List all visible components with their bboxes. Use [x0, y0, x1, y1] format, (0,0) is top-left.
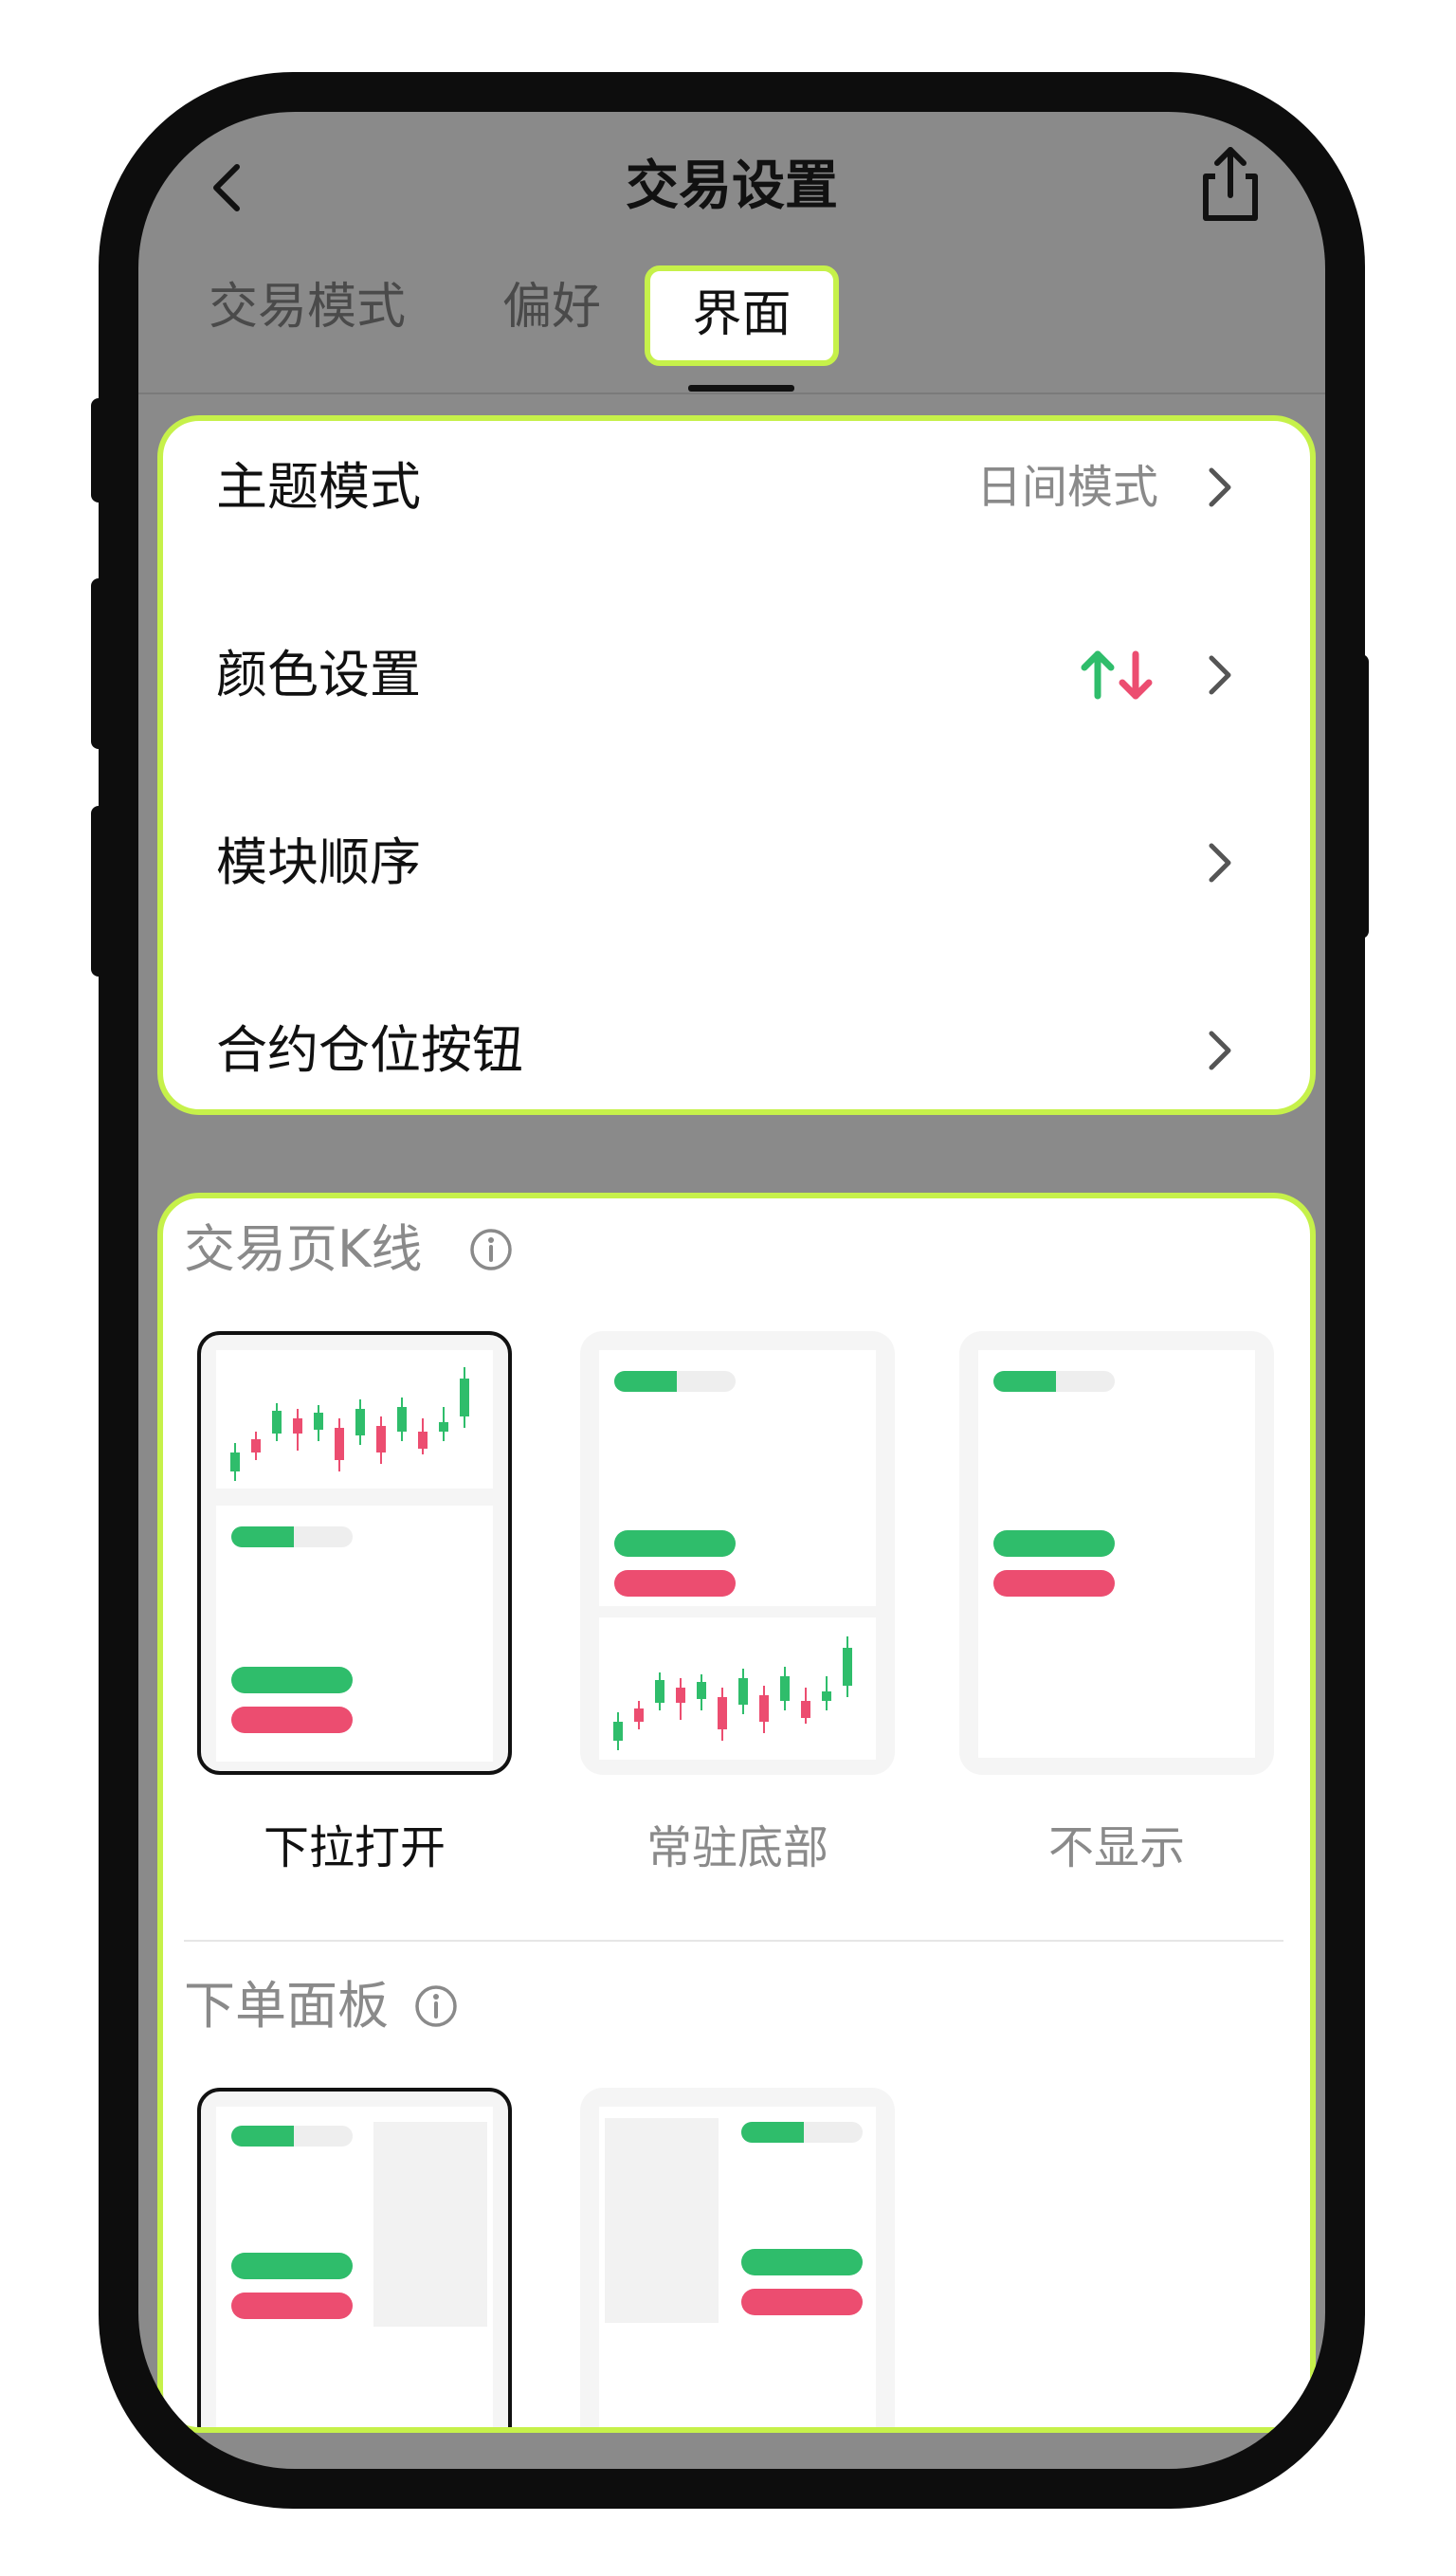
buy-button-preview	[231, 2253, 353, 2279]
setting-label: 主题模式	[216, 457, 421, 517]
sell-button-preview	[231, 2293, 353, 2319]
kline-option-label: 不显示	[1047, 1821, 1185, 1874]
orderbook-preview	[373, 2122, 487, 2327]
setting-color[interactable]: 颜色设置	[163, 609, 1310, 741]
sell-button-preview	[741, 2289, 863, 2315]
kline-option-label: 常驻底部	[646, 1821, 828, 1874]
tab-trade-mode[interactable]: 交易模式	[209, 254, 406, 358]
mini-kline-chart	[599, 1617, 876, 1760]
setting-label: 合约仓位按钮	[216, 1020, 523, 1080]
mini-order-panel	[216, 2107, 493, 2427]
up-down-arrows-icon	[1081, 650, 1153, 700]
back-icon[interactable]	[199, 150, 256, 226]
order-panel-option-right[interactable]	[580, 2088, 895, 2427]
buy-button-preview	[741, 2249, 863, 2275]
nav-bar: 交易设置	[138, 112, 1325, 254]
kline-option-dropdown[interactable]	[197, 1331, 512, 1775]
sell-button-preview	[231, 1707, 353, 1733]
orderbook-preview	[605, 2118, 719, 2323]
chevron-right-icon	[1209, 1031, 1231, 1070]
sell-button-preview	[614, 1570, 736, 1597]
setting-value: 日间模式	[975, 461, 1158, 514]
order-panel-option-left[interactable]	[197, 2088, 512, 2427]
info-icon[interactable]	[468, 1227, 514, 1272]
settings-list: 主题模式 日间模式 颜色设置 模块顺序 合约仓位按钮	[157, 415, 1316, 1115]
layout-options-card: 交易页K线 下拉打开 常驻底部 不显示 下单面板	[157, 1193, 1316, 2433]
chevron-right-icon	[1209, 467, 1231, 507]
mini-kline-chart	[216, 1350, 493, 1489]
share-icon[interactable]	[1192, 140, 1268, 226]
sell-button-preview	[993, 1570, 1115, 1597]
progress-pill-fill	[231, 1526, 294, 1547]
kline-option-hidden[interactable]	[959, 1331, 1274, 1775]
setting-module-order[interactable]: 模块顺序	[163, 796, 1310, 929]
info-icon[interactable]	[413, 1983, 459, 2029]
setting-theme-mode[interactable]: 主题模式 日间模式	[163, 421, 1310, 554]
mini-order-panel	[216, 1506, 493, 1762]
mini-order-panel	[978, 1350, 1255, 1758]
tab-active-indicator	[688, 385, 794, 392]
chevron-right-icon	[1209, 655, 1231, 695]
phone-screen: 交易设置 交易模式 偏好 界面 主题模式 日间模式 颜色设置 模块顺序 合约仓位…	[138, 112, 1325, 2469]
progress-pill-fill	[741, 2122, 804, 2143]
buy-button-preview	[231, 1667, 353, 1693]
page-title: 交易设置	[626, 155, 838, 217]
setting-label: 颜色设置	[216, 645, 421, 704]
tabs-divider	[138, 393, 1325, 394]
kline-option-label: 下拉打开	[263, 1821, 446, 1874]
setting-contract-position-button[interactable]: 合约仓位按钮	[163, 984, 1310, 1117]
kline-option-pinned-bottom[interactable]	[580, 1331, 895, 1775]
candlestick-chart-icon	[613, 1636, 852, 1750]
setting-label: 模块顺序	[216, 832, 421, 892]
mini-order-panel	[599, 2107, 876, 2427]
candlestick-chart-icon	[230, 1367, 469, 1481]
tab-interface[interactable]: 界面	[645, 265, 839, 366]
buy-button-preview	[614, 1530, 736, 1557]
mini-order-panel	[599, 1350, 876, 1606]
progress-pill-fill	[614, 1371, 677, 1392]
buy-button-preview	[993, 1530, 1115, 1557]
progress-pill-fill	[993, 1371, 1056, 1392]
section-title-order-panel: 下单面板	[184, 1976, 389, 2036]
section-divider	[184, 1940, 1283, 1942]
tab-preferences[interactable]: 偏好	[502, 254, 601, 358]
progress-pill-fill	[231, 2126, 294, 2147]
section-title-kline: 交易页K线	[184, 1219, 423, 1279]
chevron-right-icon	[1209, 843, 1231, 883]
